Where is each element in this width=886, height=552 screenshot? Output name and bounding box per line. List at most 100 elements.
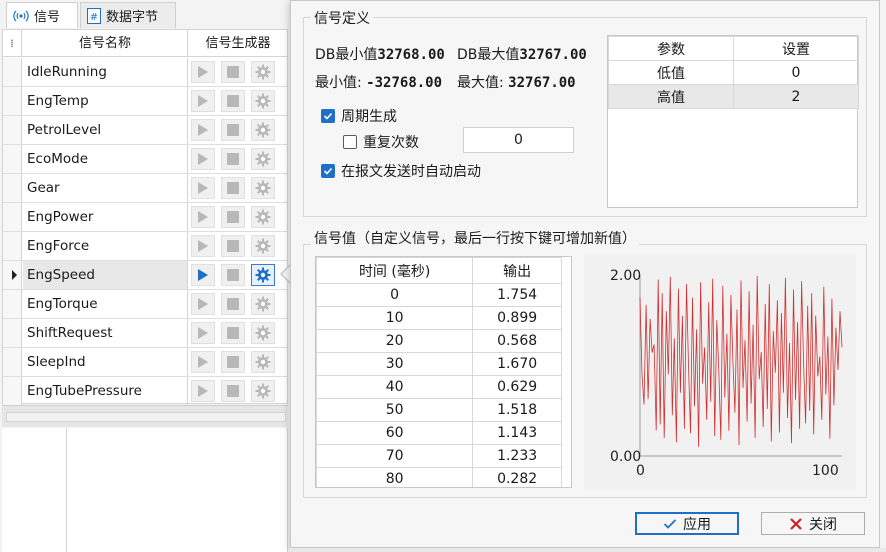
output-cell[interactable]: 0.899 xyxy=(472,306,562,330)
configure-generator-button[interactable] xyxy=(251,293,275,315)
table-row[interactable]: 10 0.899 xyxy=(316,306,562,330)
table-row[interactable]: 0 1.754 xyxy=(316,283,562,307)
checkbox-unchecked-icon[interactable] xyxy=(343,135,357,149)
time-cell[interactable]: 20 xyxy=(316,329,474,353)
signal-name[interactable]: EngPower xyxy=(23,203,188,231)
scrollbar-track[interactable] xyxy=(6,412,286,422)
table-row[interactable]: IdleRunning xyxy=(3,58,287,87)
row-header-corner[interactable]: ⁞ xyxy=(3,30,22,57)
start-generator-button[interactable] xyxy=(191,148,215,170)
start-generator-button[interactable] xyxy=(191,322,215,344)
signal-name[interactable]: EngSpeed xyxy=(23,261,188,289)
auto-start-checkbox[interactable]: 在报文发送时自动启动 xyxy=(321,161,481,181)
horizontal-scrollbar[interactable] xyxy=(2,405,288,427)
configure-generator-button[interactable] xyxy=(251,90,275,112)
param-value[interactable]: 0 xyxy=(733,60,859,85)
time-cell[interactable]: 0 xyxy=(316,283,474,307)
table-row[interactable]: 70 1.233 xyxy=(316,444,562,468)
start-generator-button[interactable] xyxy=(191,351,215,373)
tab-signals[interactable]: 信号 xyxy=(6,2,78,28)
stop-generator-button[interactable] xyxy=(221,119,245,141)
table-row[interactable]: 20 0.568 xyxy=(316,329,562,353)
table-row[interactable]: 60 1.143 xyxy=(316,421,562,445)
stop-generator-button[interactable] xyxy=(221,177,245,199)
table-row[interactable]: 50 1.518 xyxy=(316,398,562,422)
table-row[interactable]: PetrolLevel xyxy=(3,116,287,145)
time-cell[interactable]: 80 xyxy=(316,467,474,487)
row-header[interactable] xyxy=(3,87,22,115)
stop-generator-button[interactable] xyxy=(221,148,245,170)
table-row[interactable]: 低值 0 xyxy=(608,60,859,85)
configure-generator-button[interactable] xyxy=(251,235,275,257)
tab-data-bytes[interactable]: # 数据字节 xyxy=(80,2,176,28)
row-header[interactable] xyxy=(3,116,22,144)
table-row[interactable]: EngPower xyxy=(3,203,287,232)
start-generator-button[interactable] xyxy=(191,206,215,228)
start-generator-button[interactable] xyxy=(191,177,215,199)
time-cell[interactable]: 70 xyxy=(316,444,474,468)
periodic-checkbox[interactable]: 周期生成 xyxy=(321,106,397,126)
stop-generator-button[interactable] xyxy=(221,264,245,286)
configure-generator-button[interactable] xyxy=(251,119,275,141)
table-row[interactable]: EcoMode xyxy=(3,145,287,174)
configure-generator-button[interactable] xyxy=(251,351,275,373)
table-row[interactable]: ShiftRequest xyxy=(3,319,287,348)
configure-generator-button[interactable] xyxy=(251,177,275,199)
row-header[interactable] xyxy=(3,145,22,173)
output-cell[interactable]: 1.143 xyxy=(472,421,562,445)
row-header[interactable] xyxy=(3,261,22,289)
row-header[interactable] xyxy=(3,319,22,347)
table-row[interactable]: SleepInd xyxy=(3,348,287,377)
row-header[interactable] xyxy=(3,377,22,405)
stop-generator-button[interactable] xyxy=(221,235,245,257)
output-cell[interactable]: 0.629 xyxy=(472,375,562,399)
repeat-count-input[interactable]: 0 xyxy=(463,127,574,153)
configure-generator-button[interactable] xyxy=(251,322,275,344)
time-cell[interactable]: 50 xyxy=(316,398,474,422)
table-row[interactable]: 40 0.629 xyxy=(316,375,562,399)
time-cell[interactable]: 40 xyxy=(316,375,474,399)
start-generator-button[interactable] xyxy=(191,293,215,315)
table-row[interactable]: 30 1.670 xyxy=(316,352,562,376)
stop-generator-button[interactable] xyxy=(221,293,245,315)
output-cell[interactable]: 0.282 xyxy=(472,467,562,487)
signal-name[interactable]: PetrolLevel xyxy=(23,116,188,144)
output-cell[interactable]: 1.670 xyxy=(472,352,562,376)
checkbox-checked-icon[interactable] xyxy=(321,109,335,123)
configure-generator-button[interactable] xyxy=(251,380,275,402)
header-signal-name[interactable]: 信号名称 xyxy=(23,30,188,57)
output-cell[interactable]: 1.233 xyxy=(472,444,562,468)
stop-generator-button[interactable] xyxy=(221,206,245,228)
configure-generator-button[interactable] xyxy=(251,61,275,83)
row-header[interactable] xyxy=(3,203,22,231)
repeat-checkbox[interactable]: 重复次数 xyxy=(343,132,419,152)
configure-generator-button[interactable] xyxy=(251,264,275,286)
param-value[interactable]: 2 xyxy=(733,84,859,109)
checkbox-checked-icon[interactable] xyxy=(321,164,335,178)
table-row[interactable]: EngSpeed xyxy=(3,261,287,290)
header-signal-generator[interactable]: 信号生成器 xyxy=(189,30,287,57)
table-row[interactable]: 高值 2 xyxy=(608,84,859,109)
row-header[interactable] xyxy=(3,290,22,318)
time-cell[interactable]: 30 xyxy=(316,352,474,376)
signal-name[interactable]: EngTubePressure xyxy=(23,377,188,405)
stop-generator-button[interactable] xyxy=(221,61,245,83)
table-row[interactable]: EngForce xyxy=(3,232,287,261)
signal-name[interactable]: EngTorque xyxy=(23,290,188,318)
start-generator-button[interactable] xyxy=(191,264,215,286)
start-generator-button[interactable] xyxy=(191,380,215,402)
stop-generator-button[interactable] xyxy=(221,380,245,402)
close-button[interactable]: 关闭 xyxy=(761,512,865,535)
table-row[interactable]: Gear xyxy=(3,174,287,203)
row-header[interactable] xyxy=(3,348,22,376)
signal-name[interactable]: EngForce xyxy=(23,232,188,260)
row-header[interactable] xyxy=(3,58,22,86)
table-row[interactable]: EngTubePressure xyxy=(3,377,287,406)
table-row[interactable]: EngTorque xyxy=(3,290,287,319)
signal-name[interactable]: IdleRunning xyxy=(23,58,188,86)
start-generator-button[interactable] xyxy=(191,90,215,112)
signal-name[interactable]: EcoMode xyxy=(23,145,188,173)
time-cell[interactable]: 60 xyxy=(316,421,474,445)
stop-generator-button[interactable] xyxy=(221,322,245,344)
stop-generator-button[interactable] xyxy=(221,351,245,373)
